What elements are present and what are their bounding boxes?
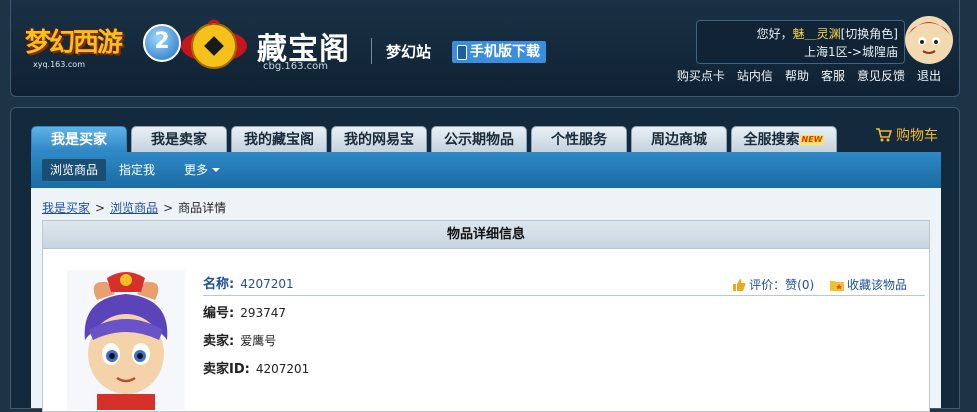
mobile-download-button[interactable]: 手机版下载 [452,41,546,63]
messages-link[interactable]: 站内信 [737,69,773,83]
item-actions: 评价：赞(0) 收藏该物品 [720,276,907,293]
subnav-more-label: 更多 [184,163,209,177]
service-link[interactable]: 客服 [821,69,845,83]
tab-global-search[interactable]: 全服搜索 NEW [731,126,837,153]
seller-id-label: 卖家ID: [203,362,250,377]
subnav-assigned[interactable]: 指定我 [111,159,163,181]
seller-id-row: 卖家ID: 4207201 [203,359,309,379]
game-logo-text: 梦幻西游 [25,28,123,58]
item-detail-box: 物品详细信息 名称: 4207201 评价：赞(0) 收藏该物品 编号: 293… [42,220,930,412]
tab-my-wallet[interactable]: 我的网易宝 [331,126,427,153]
server-info: 上海1区->城隍庙 [803,45,898,59]
site-header: 梦幻西游 2 xyq.163.com 藏宝阁 cbg.163.com 梦幻站 手… [10,0,960,97]
main-panel: 我是买家 我是卖家 我的藏宝阁 我的网易宝 公示期物品 个性服务 周边商城 全服… [10,107,960,412]
sub-navigation: 浏览商品 指定我 更多 [31,152,941,188]
help-link[interactable]: 帮助 [785,69,809,83]
breadcrumb-separator: > [95,201,106,215]
user-info-box: 您好，魅＿灵渊[切换角色] 上海1区->城隍庙 [696,20,905,64]
item-name-value: 4207201 [240,277,294,291]
logout-link[interactable]: 退出 [917,69,941,83]
avatar[interactable] [904,15,954,65]
cbg-logo[interactable]: 藏宝阁 cbg.163.com [179,8,364,78]
cart-label: 购物车 [896,128,938,144]
cart-icon [876,128,892,142]
username-link[interactable]: 魅＿灵渊 [793,27,841,41]
tab-custom-service[interactable]: 个性服务 [531,126,627,153]
greeting-text: 您好， [756,27,793,41]
detail-title: 物品详细信息 [43,221,929,249]
feedback-link[interactable]: 意见反馈 [857,69,905,83]
breadcrumb-separator: > [163,201,174,215]
favorite-label: 收藏该物品 [846,278,907,292]
content-area: 我是买家 > 浏览商品 > 商品详情 物品详细信息 名称: 4207201 评价… [31,188,941,412]
item-number-row: 编号: 293747 [203,303,286,323]
tab-seller[interactable]: 我是卖家 [131,126,227,153]
cbg-domain: cbg.163.com [263,61,328,72]
user-greeting-line: 您好，魅＿灵渊[切换角色] [757,25,898,42]
tab-buyer[interactable]: 我是买家 [31,126,127,153]
phone-icon [457,45,467,60]
chevron-down-icon [212,168,221,172]
item-character-image [67,270,185,410]
buy-card-link[interactable]: 购买点卡 [677,69,725,83]
mobile-download-label: 手机版下载 [470,44,540,60]
cart-link[interactable]: 购物车 [876,125,938,145]
game-logo[interactable]: 梦幻西游 2 xyq.163.com [25,18,181,74]
breadcrumb-current: 商品详情 [178,201,227,215]
coin-icon [181,19,247,69]
game-logo-number: 2 [143,24,181,62]
subnav-more[interactable]: 更多 [176,159,228,181]
top-links: 购买点卡 站内信 帮助 客服 意见反馈 退出 [665,67,941,84]
tab-my-cbg[interactable]: 我的藏宝阁 [231,126,327,153]
new-badge: NEW [799,135,825,145]
seller-id-value: 4207201 [255,362,310,376]
breadcrumb-buyer[interactable]: 我是买家 [42,201,90,215]
subnav-browse[interactable]: 浏览商品 [42,159,107,181]
item-number-value: 293747 [240,306,287,320]
seller-label: 卖家: [203,334,235,349]
tab-peripheral-mall[interactable]: 周边商城 [631,126,727,153]
item-name-row: 名称: 4207201 评价：赞(0) 收藏该物品 [203,273,925,296]
item-name-label: 名称: [203,277,235,292]
rating-link[interactable]: 评价：赞(0) [732,278,814,292]
switch-role-link[interactable]: [切换角色] [841,27,898,41]
game-logo-url: xyq.163.com [33,60,85,69]
header-divider [371,38,372,64]
tab-public-items[interactable]: 公示期物品 [431,126,527,153]
thumbs-up-icon [733,279,746,291]
tab-global-search-label: 全服搜索 [743,132,800,148]
seller-row: 卖家: 爱鹰号 [203,331,276,351]
breadcrumb: 我是买家 > 浏览商品 > 商品详情 [42,199,226,216]
site-name: 梦幻站 [386,43,432,61]
seller-value: 爱鹰号 [240,334,277,348]
favorite-link[interactable]: 收藏该物品 [829,278,907,292]
folder-star-icon [829,281,844,291]
item-number-label: 编号: [203,306,235,321]
breadcrumb-browse[interactable]: 浏览商品 [110,201,158,215]
rating-label: 评价：赞(0) [749,278,815,292]
